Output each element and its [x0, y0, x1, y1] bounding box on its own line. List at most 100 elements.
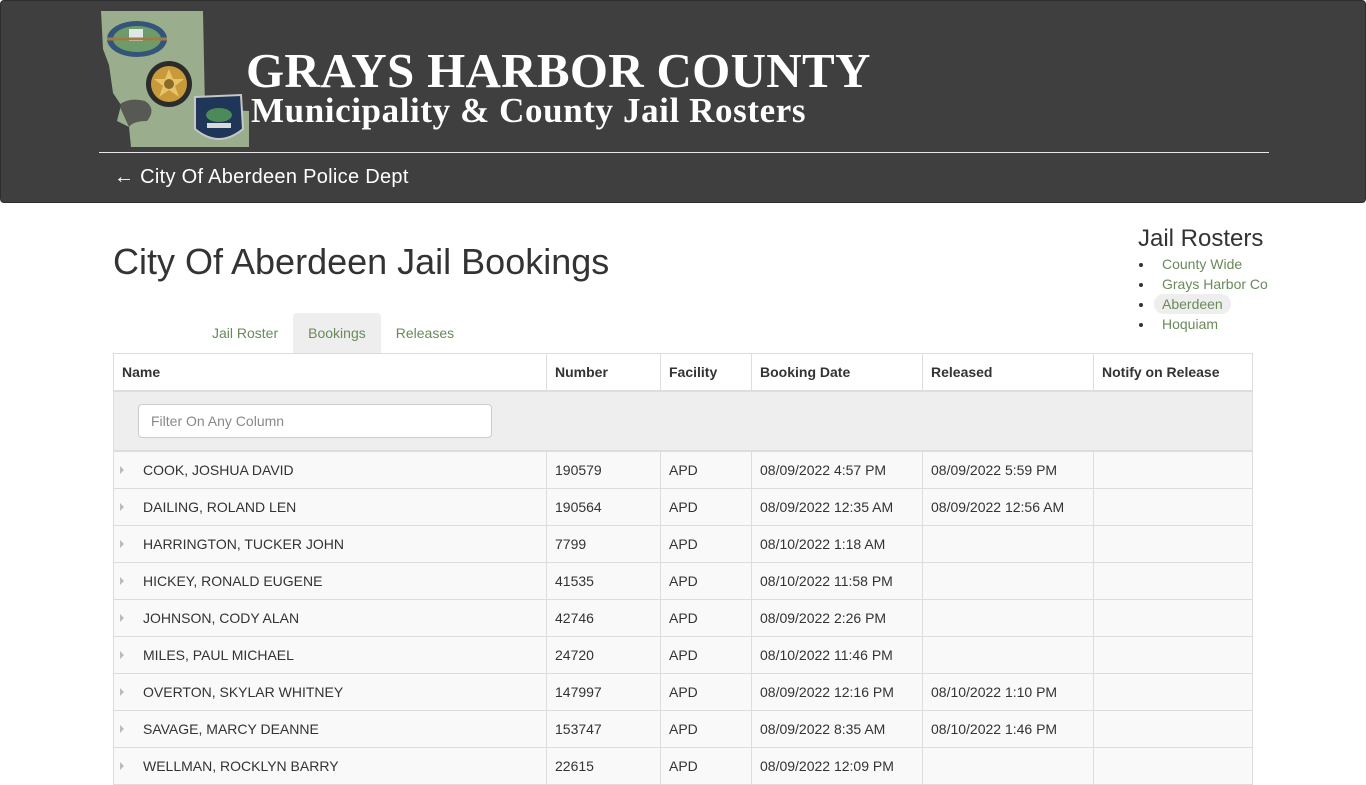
tab-releases[interactable]: Releases — [381, 313, 469, 353]
notify-on-release-cell[interactable] — [1094, 674, 1252, 710]
booking-date: 08/09/2022 4:57 PM — [752, 452, 923, 488]
booking-number: 147997 — [547, 674, 661, 710]
filter-row — [114, 392, 1252, 452]
booking-date: 08/09/2022 8:35 AM — [752, 711, 923, 747]
expand-caret-icon[interactable] — [120, 762, 124, 770]
name-cell: OVERTON, SKYLAR WHITNEY — [114, 674, 547, 710]
table-row[interactable]: JOHNSON, CODY ALAN 42746 APD 08/09/2022 … — [114, 600, 1252, 637]
column-header-facility[interactable]: Facility — [661, 354, 752, 390]
name-cell: HICKEY, RONALD EUGENE — [114, 563, 547, 599]
expand-caret-icon[interactable] — [120, 688, 124, 696]
notify-on-release-cell[interactable] — [1094, 526, 1252, 562]
facility: APD — [661, 563, 752, 599]
facility: APD — [661, 637, 752, 673]
booking-date: 08/10/2022 11:46 PM — [752, 637, 923, 673]
facility: APD — [661, 711, 752, 747]
sidebar-item-county-wide[interactable]: County Wide — [1154, 254, 1250, 274]
booking-number: 7799 — [547, 526, 661, 562]
hoquiam-police-patch-icon — [194, 93, 245, 140]
table-row[interactable]: SAVAGE, MARCY DEANNE 153747 APD 08/09/20… — [114, 711, 1252, 748]
notify-on-release-cell[interactable] — [1094, 563, 1252, 599]
expand-caret-icon[interactable] — [120, 540, 124, 548]
aberdeen-seal-icon — [107, 21, 167, 57]
released-date: 08/09/2022 12:56 AM — [923, 489, 1094, 525]
notify-on-release-cell[interactable] — [1094, 452, 1252, 488]
column-header-name[interactable]: Name — [114, 354, 547, 390]
roster-tabs: Jail Roster Bookings Releases — [197, 313, 469, 353]
facility: APD — [661, 489, 752, 525]
table-row[interactable]: HARRINGTON, TUCKER JOHN 7799 APD 08/10/2… — [114, 526, 1252, 563]
inmate-name: COOK, JOSHUA DAVID — [143, 462, 294, 478]
released-date: 08/09/2022 5:59 PM — [923, 452, 1094, 488]
expand-caret-icon[interactable] — [120, 651, 124, 659]
booking-number: 42746 — [547, 600, 661, 636]
booking-date: 08/10/2022 1:18 AM — [752, 526, 923, 562]
booking-number: 190564 — [547, 489, 661, 525]
inmate-name: MILES, PAUL MICHAEL — [143, 647, 294, 663]
expand-caret-icon[interactable] — [120, 503, 124, 511]
tab-jail-roster[interactable]: Jail Roster — [197, 313, 293, 353]
inmate-name: JOHNSON, CODY ALAN — [143, 610, 300, 626]
name-cell: COOK, JOSHUA DAVID — [114, 452, 547, 488]
site-subtitle: Municipality & County Jail Rosters — [251, 91, 807, 130]
expand-caret-icon[interactable] — [120, 614, 124, 622]
county-map-icon — [101, 11, 249, 147]
facility: APD — [661, 748, 752, 784]
page-title: City Of Aberdeen Jail Bookings — [113, 241, 610, 282]
sheriff-badge-icon — [146, 61, 192, 107]
name-cell: JOHNSON, CODY ALAN — [114, 600, 547, 636]
back-to-department-link[interactable]: ← City Of Aberdeen Police Dept — [114, 166, 409, 189]
table-row[interactable]: HICKEY, RONALD EUGENE 41535 APD 08/10/20… — [114, 563, 1252, 600]
inmate-name: SAVAGE, MARCY DEANNE — [143, 721, 319, 737]
table-row[interactable]: MILES, PAUL MICHAEL 24720 APD 08/10/2022… — [114, 637, 1252, 674]
header-divider — [99, 152, 1269, 153]
booking-number: 22615 — [547, 748, 661, 784]
expand-caret-icon[interactable] — [120, 577, 124, 585]
booking-date: 08/09/2022 12:09 PM — [752, 748, 923, 784]
expand-caret-icon[interactable] — [120, 466, 124, 474]
inmate-name: HICKEY, RONALD EUGENE — [143, 573, 323, 589]
column-header-booking-date[interactable]: Booking Date — [752, 354, 923, 390]
name-cell: WELLMAN, ROCKLYN BARRY — [114, 748, 547, 784]
column-header-released[interactable]: Released — [923, 354, 1094, 390]
tab-bookings[interactable]: Bookings — [293, 313, 381, 353]
sidebar-item-grays-harbor-co[interactable]: Grays Harbor Co — [1154, 274, 1276, 294]
released-date — [923, 600, 1094, 636]
expand-caret-icon[interactable] — [120, 725, 124, 733]
filter-input[interactable] — [138, 404, 492, 438]
jail-rosters-sidebar: Jail Rosters County Wide Grays Harbor Co… — [1130, 224, 1366, 334]
table-header-row: Name Number Facility Booking Date Releas… — [114, 354, 1252, 392]
column-header-notify-on-release[interactable]: Notify on Release — [1094, 354, 1252, 390]
table-row[interactable]: COOK, JOSHUA DAVID 190579 APD 08/09/2022… — [114, 452, 1252, 489]
inmate-name: WELLMAN, ROCKLYN BARRY — [143, 758, 339, 774]
booking-number: 24720 — [547, 637, 661, 673]
notify-on-release-cell[interactable] — [1094, 637, 1252, 673]
booking-number: 190579 — [547, 452, 661, 488]
released-date — [923, 563, 1094, 599]
released-date — [923, 637, 1094, 673]
booking-date: 08/09/2022 12:35 AM — [752, 489, 923, 525]
column-header-number[interactable]: Number — [547, 354, 661, 390]
table-row[interactable]: OVERTON, SKYLAR WHITNEY 147997 APD 08/09… — [114, 674, 1252, 711]
booking-number: 41535 — [547, 563, 661, 599]
booking-date: 08/09/2022 12:16 PM — [752, 674, 923, 710]
notify-on-release-cell[interactable] — [1094, 600, 1252, 636]
bookings-table: Name Number Facility Booking Date Releas… — [113, 353, 1253, 785]
table-row[interactable]: DAILING, ROLAND LEN 190564 APD 08/09/202… — [114, 489, 1252, 526]
notify-on-release-cell[interactable] — [1094, 748, 1252, 784]
sidebar-item-hoquiam[interactable]: Hoquiam — [1154, 314, 1226, 334]
booking-date: 08/10/2022 11:58 PM — [752, 563, 923, 599]
sidebar-item-aberdeen[interactable]: Aberdeen — [1154, 294, 1231, 314]
facility: APD — [661, 526, 752, 562]
table-row[interactable]: WELLMAN, ROCKLYN BARRY 22615 APD 08/09/2… — [114, 748, 1252, 785]
name-cell: SAVAGE, MARCY DEANNE — [114, 711, 547, 747]
sidebar-list-item: Aberdeen — [1154, 294, 1366, 314]
notify-on-release-cell[interactable] — [1094, 711, 1252, 747]
county-map-logo — [99, 9, 251, 149]
released-date: 08/10/2022 1:46 PM — [923, 711, 1094, 747]
inmate-name: OVERTON, SKYLAR WHITNEY — [143, 684, 344, 700]
facility: APD — [661, 452, 752, 488]
booking-date: 08/09/2022 2:26 PM — [752, 600, 923, 636]
notify-on-release-cell[interactable] — [1094, 489, 1252, 525]
released-date — [923, 748, 1094, 784]
